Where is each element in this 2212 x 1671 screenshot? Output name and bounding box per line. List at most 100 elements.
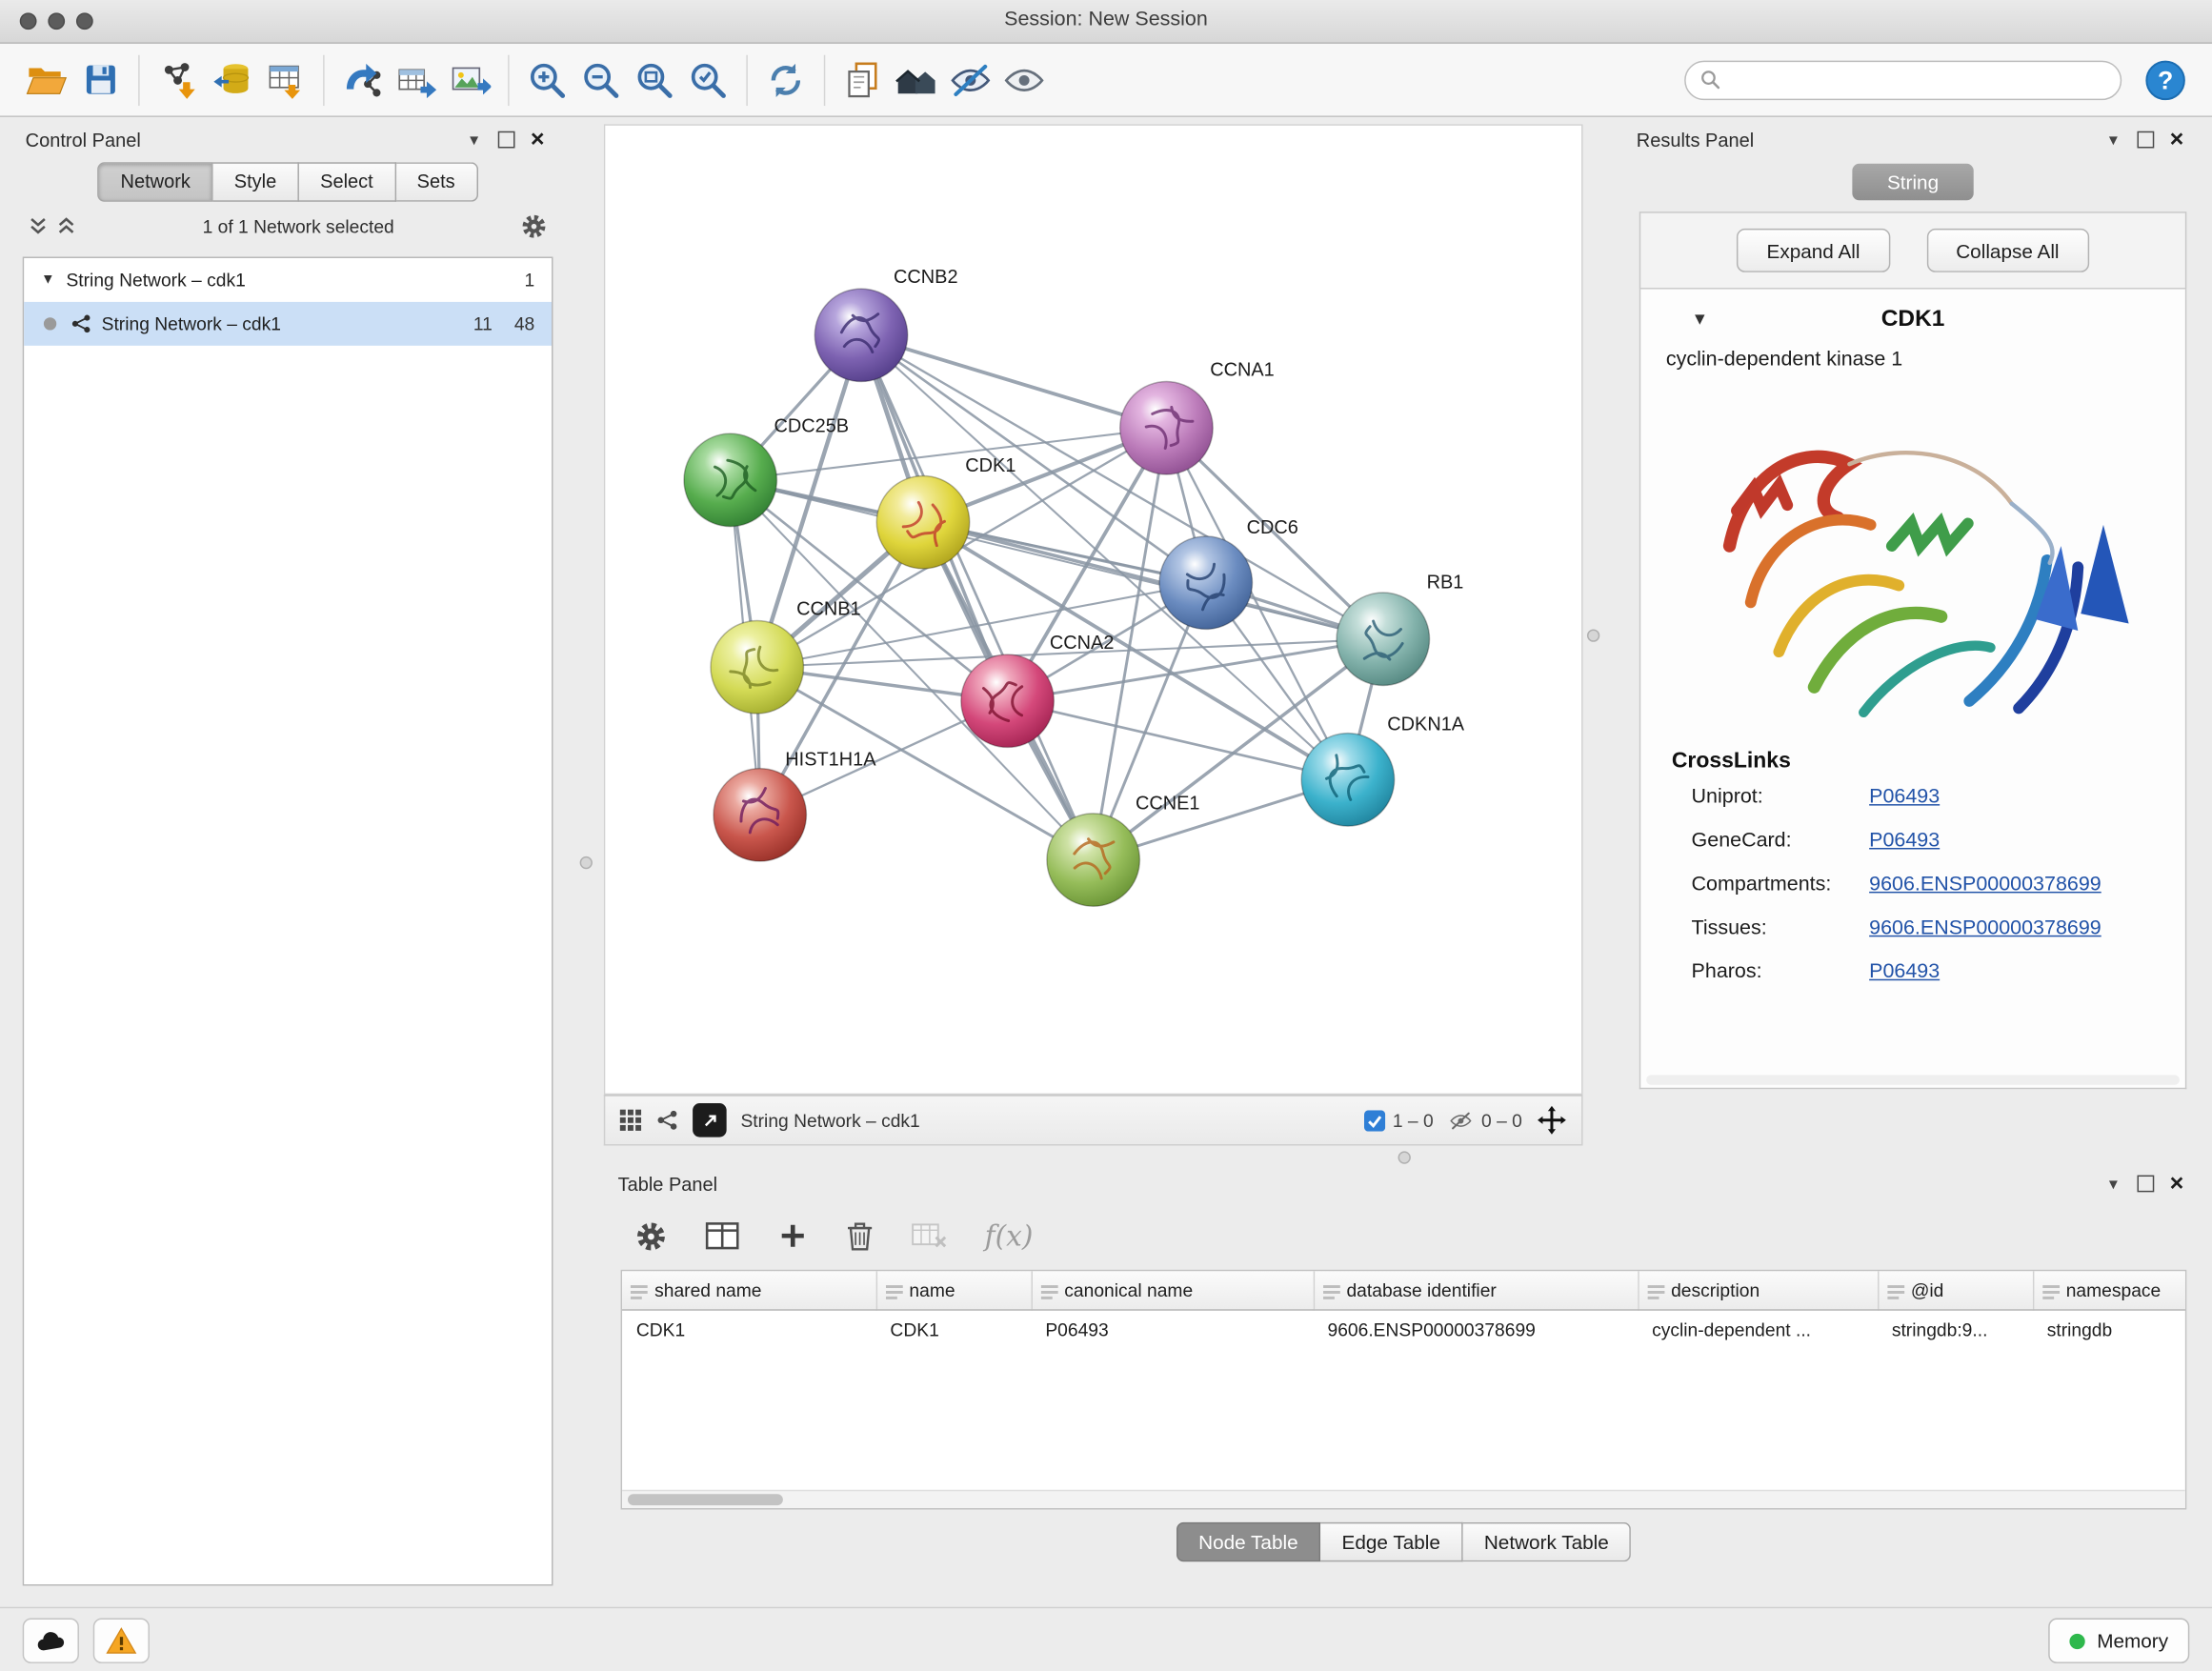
column-header-namespace[interactable]: namespace: [2033, 1271, 2186, 1310]
table-cell[interactable]: stringdb:9...: [1878, 1310, 2033, 1349]
open-in-new-window-button[interactable]: [693, 1103, 727, 1137]
network-collection-row[interactable]: ▼ String Network – cdk1 1: [24, 258, 552, 302]
panel-menu-icon[interactable]: ▾: [2109, 130, 2118, 150]
tab-node-table[interactable]: Node Table: [1176, 1522, 1320, 1561]
left-splitter-handle[interactable]: [580, 856, 593, 869]
expand-all-button[interactable]: Expand All: [1737, 229, 1889, 272]
column-header-shared-name[interactable]: shared name: [622, 1271, 876, 1310]
network-edge-CCNB2-CCNE1[interactable]: [861, 335, 1094, 860]
right-splitter-handle[interactable]: [1587, 629, 1599, 641]
close-panel-icon[interactable]: ×: [2170, 126, 2184, 154]
table-row[interactable]: CDK1CDK1P064939606.ENSP00000378699cyclin…: [622, 1310, 2186, 1349]
function-builder-button[interactable]: f(x): [985, 1218, 1034, 1253]
table-cell[interactable]: CDK1: [876, 1310, 1032, 1349]
expand-all-icon[interactable]: [56, 216, 76, 236]
table-cell[interactable]: stringdb: [2033, 1310, 2186, 1349]
zoom-fit-button[interactable]: [628, 53, 681, 107]
network-node-CDK1[interactable]: [876, 475, 969, 568]
network-node-CCNA2[interactable]: [961, 654, 1054, 747]
hide-selected-button[interactable]: [944, 53, 997, 107]
add-column-plus-icon[interactable]: [777, 1220, 809, 1252]
network-node-CDC25B[interactable]: [684, 433, 776, 526]
table-settings-gear-icon[interactable]: [634, 1219, 667, 1252]
crosslink-value-link[interactable]: 9606.ENSP00000378699: [1869, 916, 2101, 939]
tab-network[interactable]: Network: [98, 162, 213, 201]
network-node-CDC6[interactable]: [1159, 536, 1252, 629]
panel-menu-icon[interactable]: ▾: [470, 130, 478, 150]
network-edge-CCNA2-CDKN1A[interactable]: [1008, 701, 1348, 780]
memory-button[interactable]: Memory: [2049, 1619, 2189, 1663]
toolbar-search-input[interactable]: [1721, 68, 2106, 91]
network-row-selected[interactable]: String Network – cdk1 11 48: [24, 302, 552, 346]
network-edge-CCNB2-CCNA1[interactable]: [861, 335, 1166, 428]
gear-icon[interactable]: [520, 212, 547, 239]
network-node-RB1[interactable]: [1337, 593, 1429, 685]
show-columns-icon[interactable]: [704, 1220, 741, 1252]
table-cell[interactable]: P06493: [1032, 1310, 1314, 1349]
network-node-HIST1H1A[interactable]: [714, 769, 806, 861]
crosslink-value-link[interactable]: P06493: [1869, 829, 1940, 852]
scrollbar-thumb[interactable]: [628, 1494, 783, 1505]
cloud-status-button[interactable]: [23, 1619, 79, 1663]
help-button[interactable]: ?: [2139, 53, 2192, 107]
show-graphics-details-button[interactable]: [890, 53, 943, 107]
import-network-database-button[interactable]: [205, 53, 258, 107]
float-panel-icon[interactable]: [498, 131, 515, 149]
network-node-CCNB1[interactable]: [711, 621, 803, 714]
network-icon[interactable]: [656, 1109, 679, 1132]
delete-column-icon[interactable]: [912, 1220, 949, 1252]
column-header-database-identifier[interactable]: database identifier: [1314, 1271, 1639, 1310]
crosslink-value-link[interactable]: 9606.ENSP00000378699: [1869, 873, 2101, 896]
table-horizontal-scrollbar[interactable]: [622, 1490, 2185, 1508]
crosslink-value-link[interactable]: P06493: [1869, 960, 1940, 983]
close-panel-icon[interactable]: ×: [531, 126, 545, 154]
results-scrollbar[interactable]: [1646, 1075, 2180, 1084]
show-all-button[interactable]: [997, 53, 1051, 107]
refresh-view-button[interactable]: [759, 53, 813, 107]
gene-header[interactable]: ▼ CDK1: [1640, 290, 2185, 349]
delete-trash-icon[interactable]: [845, 1218, 875, 1253]
tab-network-table[interactable]: Network Table: [1463, 1522, 1632, 1561]
zoom-selected-button[interactable]: [681, 53, 734, 107]
tab-edge-table[interactable]: Edge Table: [1320, 1522, 1462, 1561]
collapse-section-icon[interactable]: ▼: [1692, 309, 1709, 329]
zoom-in-button[interactable]: [520, 53, 573, 107]
tab-string[interactable]: String: [1852, 164, 1973, 201]
column-header-canonical-name[interactable]: canonical name: [1032, 1271, 1314, 1310]
open-session-button[interactable]: [20, 53, 73, 107]
network-node-CCNB2[interactable]: [814, 289, 907, 381]
network-node-CCNE1[interactable]: [1047, 814, 1139, 906]
warnings-button[interactable]: [93, 1619, 150, 1663]
crosslink-value-link[interactable]: P06493: [1869, 785, 1940, 808]
tab-select[interactable]: Select: [299, 162, 395, 201]
table-cell[interactable]: 9606.ENSP00000378699: [1314, 1310, 1639, 1349]
table-cell[interactable]: cyclin-dependent ...: [1638, 1310, 1878, 1349]
network-canvas[interactable]: CCNB2CCNA1CDC25BCDK1CDC6RB1CCNB1CCNA2CDK…: [604, 124, 1583, 1095]
tab-sets[interactable]: Sets: [395, 162, 477, 201]
collapse-all-icon[interactable]: [29, 216, 49, 236]
table-cell[interactable]: CDK1: [622, 1310, 876, 1349]
zoom-out-button[interactable]: [574, 53, 628, 107]
close-panel-icon[interactable]: ×: [2170, 1170, 2184, 1198]
tree-expand-icon[interactable]: ▼: [41, 272, 55, 288]
copy-document-button[interactable]: [836, 53, 890, 107]
column-header-name[interactable]: name: [876, 1271, 1032, 1310]
birds-eye-grid-icon[interactable]: [619, 1109, 642, 1132]
save-session-button[interactable]: [73, 53, 127, 107]
float-panel-icon[interactable]: [2138, 1176, 2155, 1193]
import-network-file-button[interactable]: [151, 53, 204, 107]
bottom-splitter-handle[interactable]: [1398, 1151, 1411, 1163]
network-node-CDKN1A[interactable]: [1301, 734, 1394, 826]
panel-menu-icon[interactable]: ▾: [2109, 1174, 2118, 1194]
new-table-button[interactable]: [390, 53, 443, 107]
import-table-file-button[interactable]: [258, 53, 312, 107]
clone-network-button[interactable]: [335, 53, 389, 107]
column-header-description[interactable]: description: [1638, 1271, 1878, 1310]
network-node-CCNA1[interactable]: [1120, 382, 1213, 474]
pan-crosshair-icon[interactable]: [1537, 1105, 1568, 1137]
tab-style[interactable]: Style: [213, 162, 299, 201]
export-image-button[interactable]: [443, 53, 496, 107]
collapse-all-button[interactable]: Collapse All: [1926, 229, 2089, 272]
column-header--id[interactable]: @id: [1878, 1271, 2033, 1310]
float-panel-icon[interactable]: [2138, 131, 2155, 149]
